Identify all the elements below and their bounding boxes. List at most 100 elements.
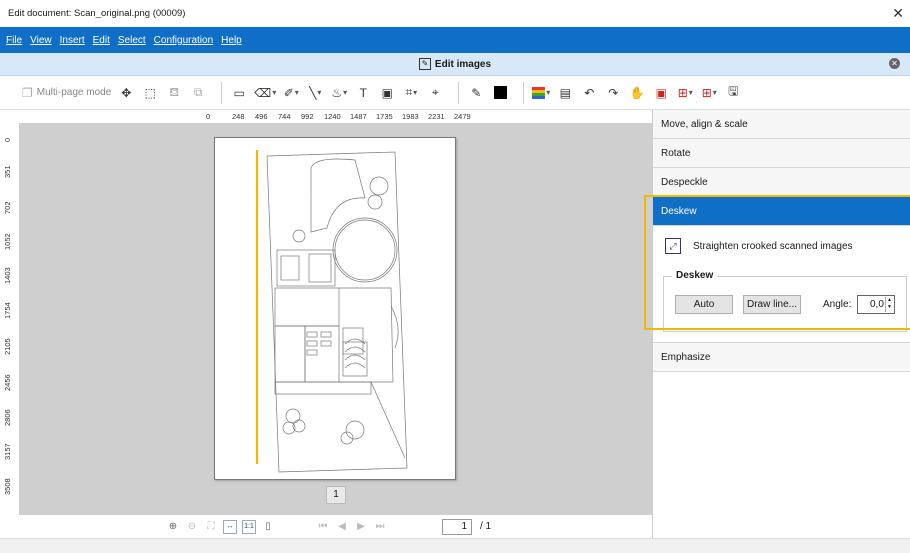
angle-value: 0,0 bbox=[870, 299, 884, 310]
crosshair-icon: ⌖ bbox=[431, 85, 439, 99]
status-bar: ⊕ ⊖ ⛶ ↔ 1:1 ▯ ⏮ ◀ ▶ ⏭ 1 / 1 bbox=[20, 515, 652, 538]
section-rotate[interactable]: Rotate bbox=[653, 139, 910, 168]
color-swatch-button[interactable] bbox=[491, 83, 509, 103]
image-button[interactable]: ▣ bbox=[378, 83, 396, 103]
layers-icon: ⧉ bbox=[193, 85, 203, 99]
ruler-tick-label: 0 bbox=[3, 137, 12, 142]
last-page-icon[interactable]: ⏭ bbox=[373, 520, 387, 534]
page-number-input[interactable]: 1 bbox=[442, 518, 472, 535]
stamp-button[interactable]: ⛾ bbox=[165, 83, 183, 103]
ruler-tick-label: 2806 bbox=[3, 409, 12, 426]
window-title: Edit document: Scan_original.png (00009) bbox=[8, 8, 186, 19]
multipage-mode-button[interactable]: ❐ Multi-page mode bbox=[22, 83, 111, 103]
save-button[interactable]: 🖫 bbox=[724, 83, 742, 103]
ruler-tick-label: 248 bbox=[232, 112, 245, 121]
auto-button[interactable]: Auto bbox=[675, 295, 733, 314]
section-move-align-scale[interactable]: Move, align & scale bbox=[653, 110, 910, 139]
line-button[interactable]: ╲ ▾ bbox=[306, 83, 324, 103]
page-view-icon[interactable]: ▯ bbox=[261, 520, 275, 534]
angle-spinner-icon[interactable]: ▲ ▼ bbox=[885, 297, 893, 312]
grid-button[interactable]: ⊞ ▾ bbox=[676, 83, 694, 103]
ruler-tick-label: 744 bbox=[278, 112, 291, 121]
crop-button[interactable]: ⌗ ▾ bbox=[402, 83, 420, 103]
fit-width-icon[interactable]: ↔ bbox=[223, 519, 237, 534]
menu-insert[interactable]: Insert bbox=[60, 35, 85, 46]
deskew-hint-text: Straighten crooked scanned images bbox=[693, 240, 853, 252]
chevron-down-icon: ▾ bbox=[546, 88, 551, 97]
fill-button[interactable]: ♨ ▾ bbox=[330, 83, 348, 103]
panel-title: Edit images bbox=[434, 58, 492, 70]
palette-button[interactable]: ▾ bbox=[532, 83, 550, 103]
ruler-tick-label: 351 bbox=[3, 165, 12, 178]
menu-select[interactable]: Select bbox=[118, 35, 146, 46]
properties-button[interactable]: ▤ bbox=[556, 83, 574, 103]
ruler-tick-label: 702 bbox=[3, 201, 12, 214]
previous-page-icon[interactable]: ◀ bbox=[335, 520, 349, 534]
frame-icon: ▣ bbox=[655, 85, 667, 100]
frame-button[interactable]: ▣ bbox=[652, 83, 670, 103]
menu-edit[interactable]: Edit bbox=[93, 35, 110, 46]
table-icon: ⊞ bbox=[701, 85, 712, 100]
ruler-tick-label: 2105 bbox=[3, 338, 12, 355]
toolbar-separator bbox=[523, 81, 525, 104]
image-canvas[interactable]: 1 bbox=[20, 123, 652, 515]
crosshair-button[interactable]: ⌖ bbox=[426, 83, 444, 103]
image-icon: ▣ bbox=[381, 85, 393, 100]
text-tool-button[interactable]: T bbox=[354, 83, 372, 103]
ruler-tick-label: 2456 bbox=[3, 374, 12, 391]
chevron-down-icon: ▾ bbox=[413, 88, 418, 97]
first-page-icon[interactable]: ⏮ bbox=[316, 520, 330, 534]
eraser-button[interactable]: ⌫ ▾ bbox=[254, 83, 276, 103]
toolbar-separator bbox=[458, 81, 460, 104]
undo-button[interactable]: ↶ bbox=[580, 83, 598, 103]
layers-button[interactable]: ⧉ bbox=[189, 83, 207, 103]
draw-line-button[interactable]: Draw line... bbox=[743, 295, 801, 314]
menu-file[interactable]: File bbox=[6, 35, 22, 46]
panel-header: ✎ Edit images ✕ bbox=[0, 53, 910, 76]
window-titlebar: Edit document: Scan_original.png (00009)… bbox=[0, 0, 910, 27]
pan-button[interactable]: ✋ bbox=[628, 83, 646, 103]
panel-close-icon[interactable]: ✕ bbox=[889, 58, 900, 69]
redo-button[interactable]: ↷ bbox=[604, 83, 622, 103]
brush-button[interactable]: ✐ ▾ bbox=[282, 83, 300, 103]
zoom-in-icon[interactable]: ⊕ bbox=[166, 520, 180, 534]
page-total: / 1 bbox=[480, 521, 492, 532]
section-despeckle[interactable]: Despeckle bbox=[653, 168, 910, 197]
section-deskew[interactable]: Deskew bbox=[653, 197, 910, 226]
window-close-icon[interactable]: ✕ bbox=[892, 5, 904, 22]
grid-icon: ⊞ bbox=[677, 85, 688, 100]
chevron-down-icon: ▾ bbox=[294, 88, 299, 97]
pen-color-button[interactable]: ✎ bbox=[467, 83, 485, 103]
properties-icon: ▤ bbox=[559, 85, 571, 100]
deskew-hint: ⤢ Straighten crooked scanned images bbox=[665, 238, 853, 254]
brush-icon: ✐ bbox=[283, 85, 294, 100]
deskew-icon: ⤢ bbox=[665, 238, 681, 254]
select-all-button[interactable]: ⬚ bbox=[141, 83, 159, 103]
table-button[interactable]: ⊞ ▾ bbox=[700, 83, 718, 103]
scanned-page[interactable] bbox=[214, 137, 456, 480]
angle-input[interactable]: 0,0 ▲ ▼ bbox=[857, 295, 895, 314]
menu-help[interactable]: Help bbox=[221, 35, 242, 46]
menu-view[interactable]: View bbox=[30, 35, 52, 46]
pen-icon: ✎ bbox=[471, 85, 482, 100]
move-icon: ✥ bbox=[121, 85, 132, 100]
menu-configuration[interactable]: Configuration bbox=[154, 35, 213, 46]
fit-page-icon[interactable]: ⛶ bbox=[204, 520, 218, 534]
section-emphasize[interactable]: Emphasize bbox=[653, 343, 910, 372]
deskew-group: Deskew Auto Draw line... Angle: 0,0 ▲ ▼ bbox=[663, 270, 907, 332]
ruler-tick-label: 3157 bbox=[3, 443, 12, 460]
ruler-tick-label: 496 bbox=[255, 112, 268, 121]
ruler-tick-label: 1240 bbox=[324, 112, 341, 121]
ruler-tick-label: 2479 bbox=[454, 112, 471, 121]
actual-size-icon[interactable]: 1:1 bbox=[242, 519, 256, 534]
zoom-out-icon[interactable]: ⊖ bbox=[185, 520, 199, 534]
menu-bar: File View Insert Edit Select Configurati… bbox=[0, 27, 910, 53]
toolbar-separator bbox=[221, 81, 223, 104]
next-page-icon[interactable]: ▶ bbox=[354, 520, 368, 534]
undo-icon: ↶ bbox=[584, 85, 595, 100]
chevron-down-icon: ▾ bbox=[317, 88, 322, 97]
rectangle-select-button[interactable]: ▭ bbox=[230, 83, 248, 103]
chevron-down-icon: ▾ bbox=[712, 88, 717, 97]
move-tool-button[interactable]: ✥ bbox=[117, 83, 135, 103]
ruler-tick-label: 1052 bbox=[3, 233, 12, 250]
